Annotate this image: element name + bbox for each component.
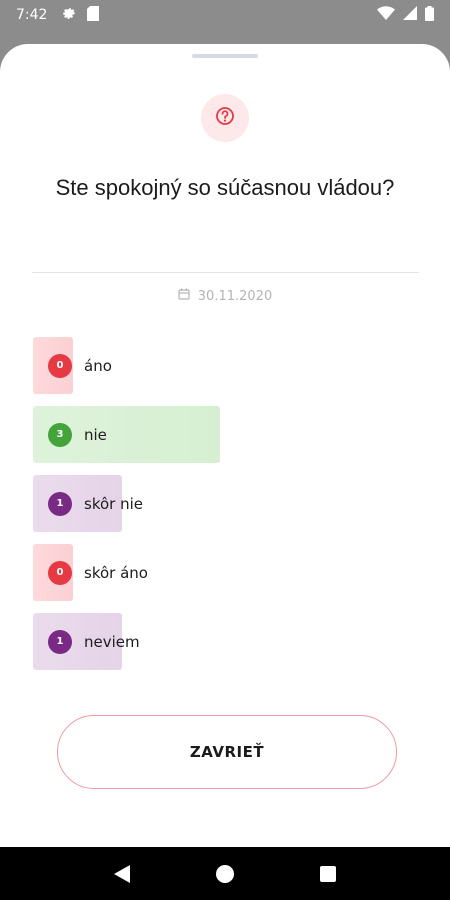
poll-date: 30.11.2020 [197,288,273,304]
answer-count-badge: 3 [48,422,72,447]
poll-title: Ste spokojný so súčasnou vládou? [55,175,395,200]
question-badge [201,94,249,142]
poll-results-sheet: Ste spokojný so súčasnou vládou? 30.11.2… [0,44,450,847]
back-icon[interactable] [102,854,142,894]
calendar-icon [178,288,190,304]
answer-count-badge: 1 [48,491,72,516]
answer-row: 1 neviem [33,613,420,670]
wifi-icon [377,6,395,24]
divider [32,272,419,273]
close-button[interactable]: ZAVRIEŤ [57,715,397,789]
answer-count-badge: 0 [48,560,72,585]
answer-row: 3 nie [33,406,420,463]
settings-icon [61,5,77,25]
answer-label: neviem [84,632,140,651]
answer-label: skôr nie [84,494,143,513]
answer-row: 0 áno [33,337,420,394]
answer-label: nie [84,425,107,444]
battery-icon [425,5,434,25]
system-nav-bar [0,847,450,900]
answer-label: skôr áno [84,563,148,582]
poll-date-row: 30.11.2020 [0,288,450,304]
answer-count-badge: 1 [48,629,72,654]
answer-row: 0 skôr áno [33,544,420,601]
answer-list: 0 áno 3 nie 1 skôr nie 0 skôr áno 1 nevi… [33,337,420,682]
status-time: 7:42 [16,7,48,23]
cell-signal-icon [403,6,417,24]
recents-icon[interactable] [308,854,348,894]
answer-count-badge: 0 [48,353,72,378]
home-icon[interactable] [205,854,245,894]
question-circle-icon [215,106,235,130]
status-bar: 7:42 [0,0,450,30]
sim-card-icon [87,5,100,25]
drag-handle[interactable] [192,54,258,58]
answer-label: áno [84,356,112,375]
answer-row: 1 skôr nie [33,475,420,532]
